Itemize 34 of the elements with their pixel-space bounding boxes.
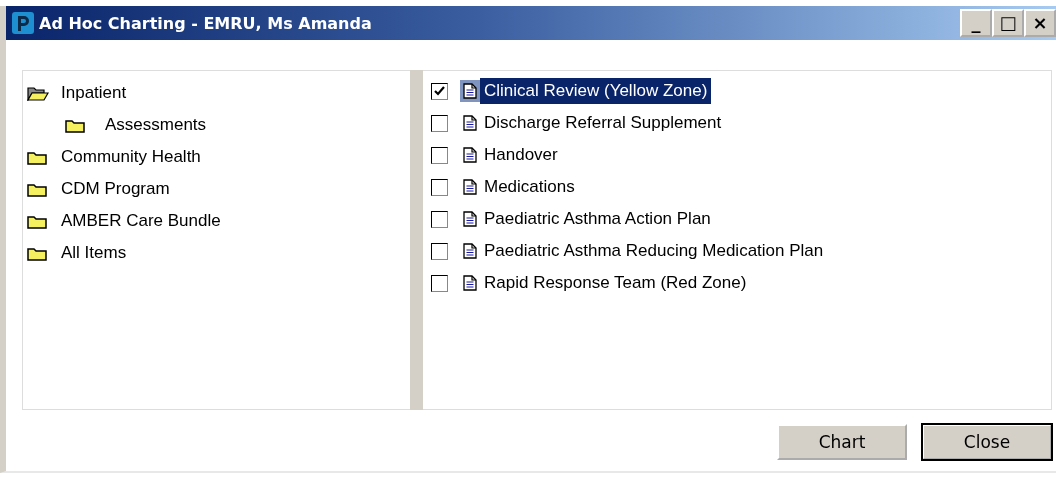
tree-item[interactable]: Assessments <box>105 115 207 135</box>
app-logo-icon <box>12 12 34 34</box>
document-icon <box>460 80 480 102</box>
checkbox[interactable] <box>431 146 448 164</box>
tree-item[interactable]: CDM Program <box>61 179 170 199</box>
window-title: Ad Hoc Charting - EMRU, Ms Amanda <box>39 13 373 33</box>
form-item[interactable]: Handover <box>480 142 562 168</box>
tree-item[interactable]: Inpatient <box>61 83 127 103</box>
document-icon <box>460 272 480 294</box>
form-item[interactable]: Rapid Response Team (Red Zone) <box>480 270 751 296</box>
document-icon <box>460 144 480 166</box>
checkbox[interactable] <box>431 242 448 260</box>
form-item[interactable]: Clinical Review (Yellow Zone) <box>480 78 712 104</box>
checkbox[interactable] <box>431 114 448 132</box>
form-item[interactable]: Discharge Referral Supplement <box>480 110 726 136</box>
checkbox[interactable] <box>431 274 448 292</box>
form-item[interactable]: Medications <box>480 174 579 200</box>
dialog-button[interactable]: Chart <box>777 424 907 460</box>
tree-item[interactable]: Community Health <box>61 147 201 167</box>
close-button[interactable]: × <box>1024 9 1056 37</box>
dialog-button[interactable]: Close <box>922 424 1052 460</box>
form-item[interactable]: Paediatric Asthma Reducing Medication Plan <box>480 238 828 264</box>
checkbox[interactable] <box>431 178 448 196</box>
checkbox[interactable] <box>431 210 448 228</box>
maximize-button[interactable]: □ <box>992 9 1024 37</box>
document-icon <box>460 240 480 262</box>
checkbox[interactable] <box>431 82 448 100</box>
form-item[interactable]: Paediatric Asthma Action Plan <box>480 206 715 232</box>
minimize-button[interactable]: _ <box>960 9 992 37</box>
tree-item[interactable]: AMBER Care Bundle <box>61 211 221 231</box>
document-icon <box>460 112 480 134</box>
document-icon <box>460 208 480 230</box>
tree-item[interactable]: All Items <box>61 243 127 263</box>
document-icon <box>460 176 480 198</box>
